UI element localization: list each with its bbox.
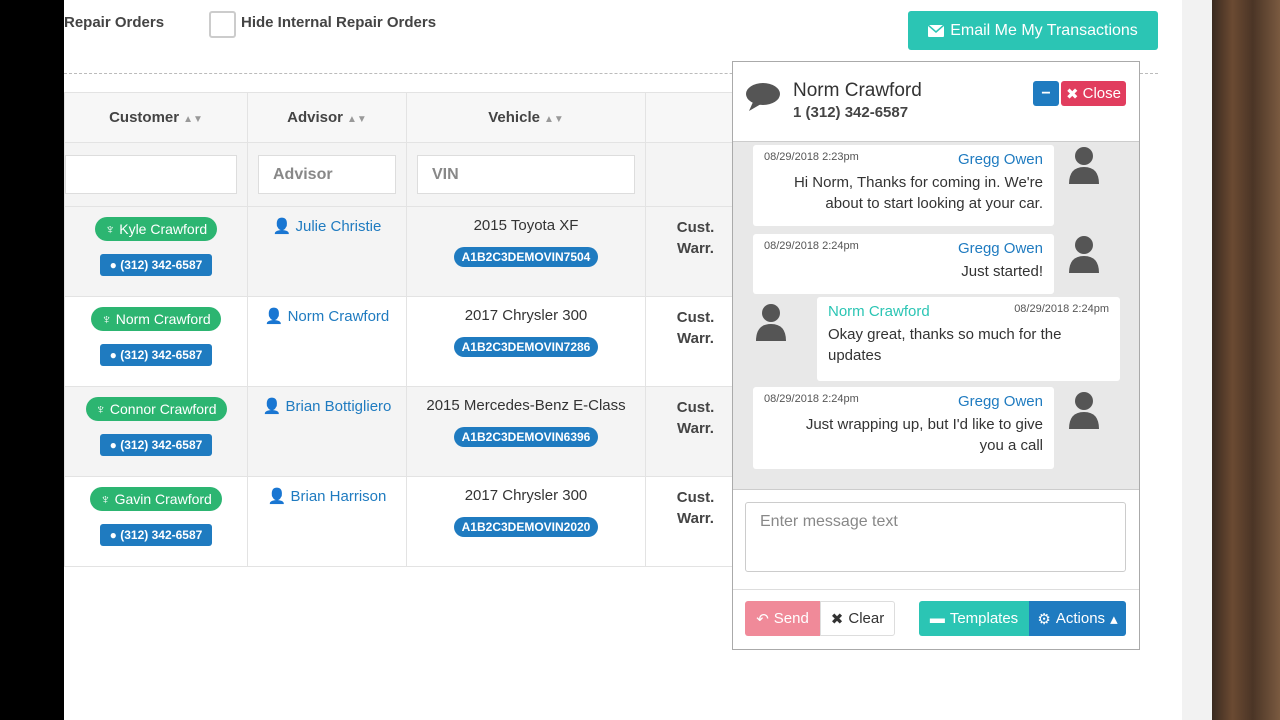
desktop-background <box>1212 0 1280 720</box>
table-row[interactable]: ♆ Gavin Crawford ● (312) 342-6587 👤 Brian… <box>64 476 746 567</box>
minus-icon: − <box>1041 84 1051 102</box>
chat-contact-phone: 1 (312) 342-6587 <box>793 104 909 121</box>
caret-up-icon: ▴ <box>1110 610 1118 628</box>
gear-icon: ⚙ <box>1037 610 1051 628</box>
message-sender: Gregg Owen <box>957 151 1043 168</box>
vin-badge[interactable]: A1B2C3DEMOVIN6396 <box>453 427 599 447</box>
advisor-filter-input[interactable]: Advisor <box>258 155 396 194</box>
customer-badge[interactable]: ♆ Connor Crawford <box>85 397 227 421</box>
customer-filter-input[interactable] <box>65 155 237 194</box>
message-sender: Gregg Owen <box>957 240 1043 257</box>
x-icon: ✖ <box>830 610 844 628</box>
filter-row: Advisor VIN <box>64 142 746 207</box>
user-icon: 👤 <box>272 218 292 235</box>
chat-header: Norm Crawford 1 (312) 342-6587 − ✖ Close <box>733 62 1139 142</box>
avatar-icon <box>1069 147 1099 184</box>
vehicle-name: 2017 Chrysler 300 <box>464 307 588 324</box>
message-bubble: Norm Crawford 08/29/2018 2:24pm Okay gre… <box>817 297 1120 381</box>
vehicle-name: 2015 Mercedes-Benz E-Class <box>426 397 626 414</box>
vehicle-name: 2017 Chrysler 300 <box>464 487 588 504</box>
app-screen: Repair Orders Hide Internal Repair Order… <box>64 0 1182 720</box>
phone-badge[interactable]: ● (312) 342-6587 <box>99 434 213 456</box>
table-header-row: Customer ▲▼ Advisor ▲▼ Vehicle ▲▼ <box>64 92 746 143</box>
pay-type: Cust. Warr. <box>676 489 715 527</box>
message-text: Hi Norm, Thanks for coming in. We're abou… <box>793 174 1043 212</box>
message-input[interactable]: Enter message text <box>745 502 1126 572</box>
folder-icon: ▬ <box>929 610 945 627</box>
message-sender: Gregg Owen <box>957 393 1043 410</box>
customer-badge[interactable]: ♆ Gavin Crawford <box>90 487 222 511</box>
column-header-customer[interactable]: Customer ▲▼ <box>64 92 248 143</box>
speech-bubble-icon <box>746 83 780 111</box>
avatar-icon <box>1069 236 1099 273</box>
message-sender: Norm Crawford <box>828 303 930 320</box>
vin-badge[interactable]: A1B2C3DEMOVIN2020 <box>453 517 599 537</box>
column-header-advisor[interactable]: Advisor ▲▼ <box>247 92 407 143</box>
advisor-link[interactable]: 👤 Norm Crawford <box>265 308 390 325</box>
advisor-link[interactable]: 👤 Brian Bottigliero <box>263 398 392 415</box>
sort-icon[interactable]: ▲▼ <box>347 114 367 125</box>
table-row[interactable]: ♆ Connor Crawford ● (312) 342-6587 👤 Bria… <box>64 386 746 477</box>
column-header-vehicle[interactable]: Vehicle ▲▼ <box>406 92 646 143</box>
table-row[interactable]: ♆ Kyle Crawford ● (312) 342-6587 👤 Julie … <box>64 206 746 297</box>
reply-icon: ↶ <box>756 610 769 628</box>
message-text: Just started! <box>961 263 1043 280</box>
close-button[interactable]: ✖ Close <box>1061 81 1126 106</box>
pay-type: Cust. Warr. <box>676 399 715 437</box>
hide-internal-label: Hide Internal Repair Orders <box>241 14 437 31</box>
minimize-button[interactable]: − <box>1033 81 1059 106</box>
close-icon: ✖ <box>1066 85 1079 103</box>
message-bubble: 08/29/2018 2:23pm Gregg Owen Hi Norm, Th… <box>753 145 1054 226</box>
phone-badge[interactable]: ● (312) 342-6587 <box>99 254 213 276</box>
message-text: Okay great, thanks so much for the update… <box>828 326 1062 364</box>
send-button[interactable]: ↶ Send <box>745 601 820 636</box>
pay-type: Cust. Warr. <box>676 309 715 347</box>
templates-button[interactable]: ▬ Templates <box>919 601 1029 636</box>
vin-badge[interactable]: A1B2C3DEMOVIN7504 <box>453 247 599 267</box>
actions-button[interactable]: ⚙ Actions ▴ <box>1029 601 1126 636</box>
email-transactions-button[interactable]: Email Me My Transactions <box>908 11 1158 50</box>
phone-badge[interactable]: ● (312) 342-6587 <box>99 344 213 366</box>
message-bubble: 08/29/2018 2:24pm Gregg Owen Just wrappi… <box>753 387 1054 469</box>
user-icon: 👤 <box>264 308 284 325</box>
message-text: Just wrapping up, but I'd like to give yo… <box>805 416 1043 454</box>
vehicle-name: 2015 Toyota XF <box>473 217 579 234</box>
avatar-icon <box>756 304 786 341</box>
sort-icon[interactable]: ▲▼ <box>544 114 564 125</box>
chat-panel: Norm Crawford 1 (312) 342-6587 − ✖ Close … <box>732 61 1140 650</box>
chat-footer: ↶ Send ✖ Clear ▬ Templates ⚙ Actions ▴ <box>733 589 1139 649</box>
message-time: 08/29/2018 2:24pm <box>764 240 859 252</box>
phone-badge[interactable]: ● (312) 342-6587 <box>99 524 213 546</box>
user-icon: 👤 <box>262 398 282 415</box>
customer-badge[interactable]: ♆ Kyle Crawford <box>94 217 218 241</box>
email-transactions-label: Email Me My Transactions <box>950 21 1138 39</box>
hide-internal-checkbox[interactable] <box>209 11 236 38</box>
message-bubble: 08/29/2018 2:24pm Gregg Owen Just starte… <box>753 234 1054 294</box>
advisor-link[interactable]: 👤 Julie Christie <box>273 218 382 235</box>
message-time: 08/29/2018 2:23pm <box>764 151 859 163</box>
message-time: 08/29/2018 2:24pm <box>1014 303 1109 315</box>
avatar-icon <box>1069 392 1099 429</box>
column-header-pay-type <box>645 92 746 143</box>
vin-badge[interactable]: A1B2C3DEMOVIN7286 <box>453 337 599 357</box>
user-icon: 👤 <box>267 488 287 505</box>
repair-orders-label: Repair Orders <box>64 14 165 31</box>
envelope-icon <box>928 24 945 37</box>
chat-contact-name: Norm Crawford <box>793 80 922 101</box>
repair-orders-table: Customer ▲▼ Advisor ▲▼ Vehicle ▲▼ Advisor V… <box>64 92 746 567</box>
advisor-link[interactable]: 👤 Brian Harrison <box>268 488 387 505</box>
pay-type: Cust. Warr. <box>676 219 715 257</box>
sort-icon[interactable]: ▲▼ <box>183 114 203 125</box>
customer-badge[interactable]: ♆ Norm Crawford <box>91 307 221 331</box>
table-row[interactable]: ♆ Norm Crawford ● (312) 342-6587 👤 Norm C… <box>64 296 746 387</box>
message-time: 08/29/2018 2:24pm <box>764 393 859 405</box>
clear-button[interactable]: ✖ Clear <box>820 601 895 636</box>
vin-filter-input[interactable]: VIN <box>417 155 635 194</box>
chat-messages: 08/29/2018 2:23pm Gregg Owen Hi Norm, Th… <box>733 142 1139 490</box>
